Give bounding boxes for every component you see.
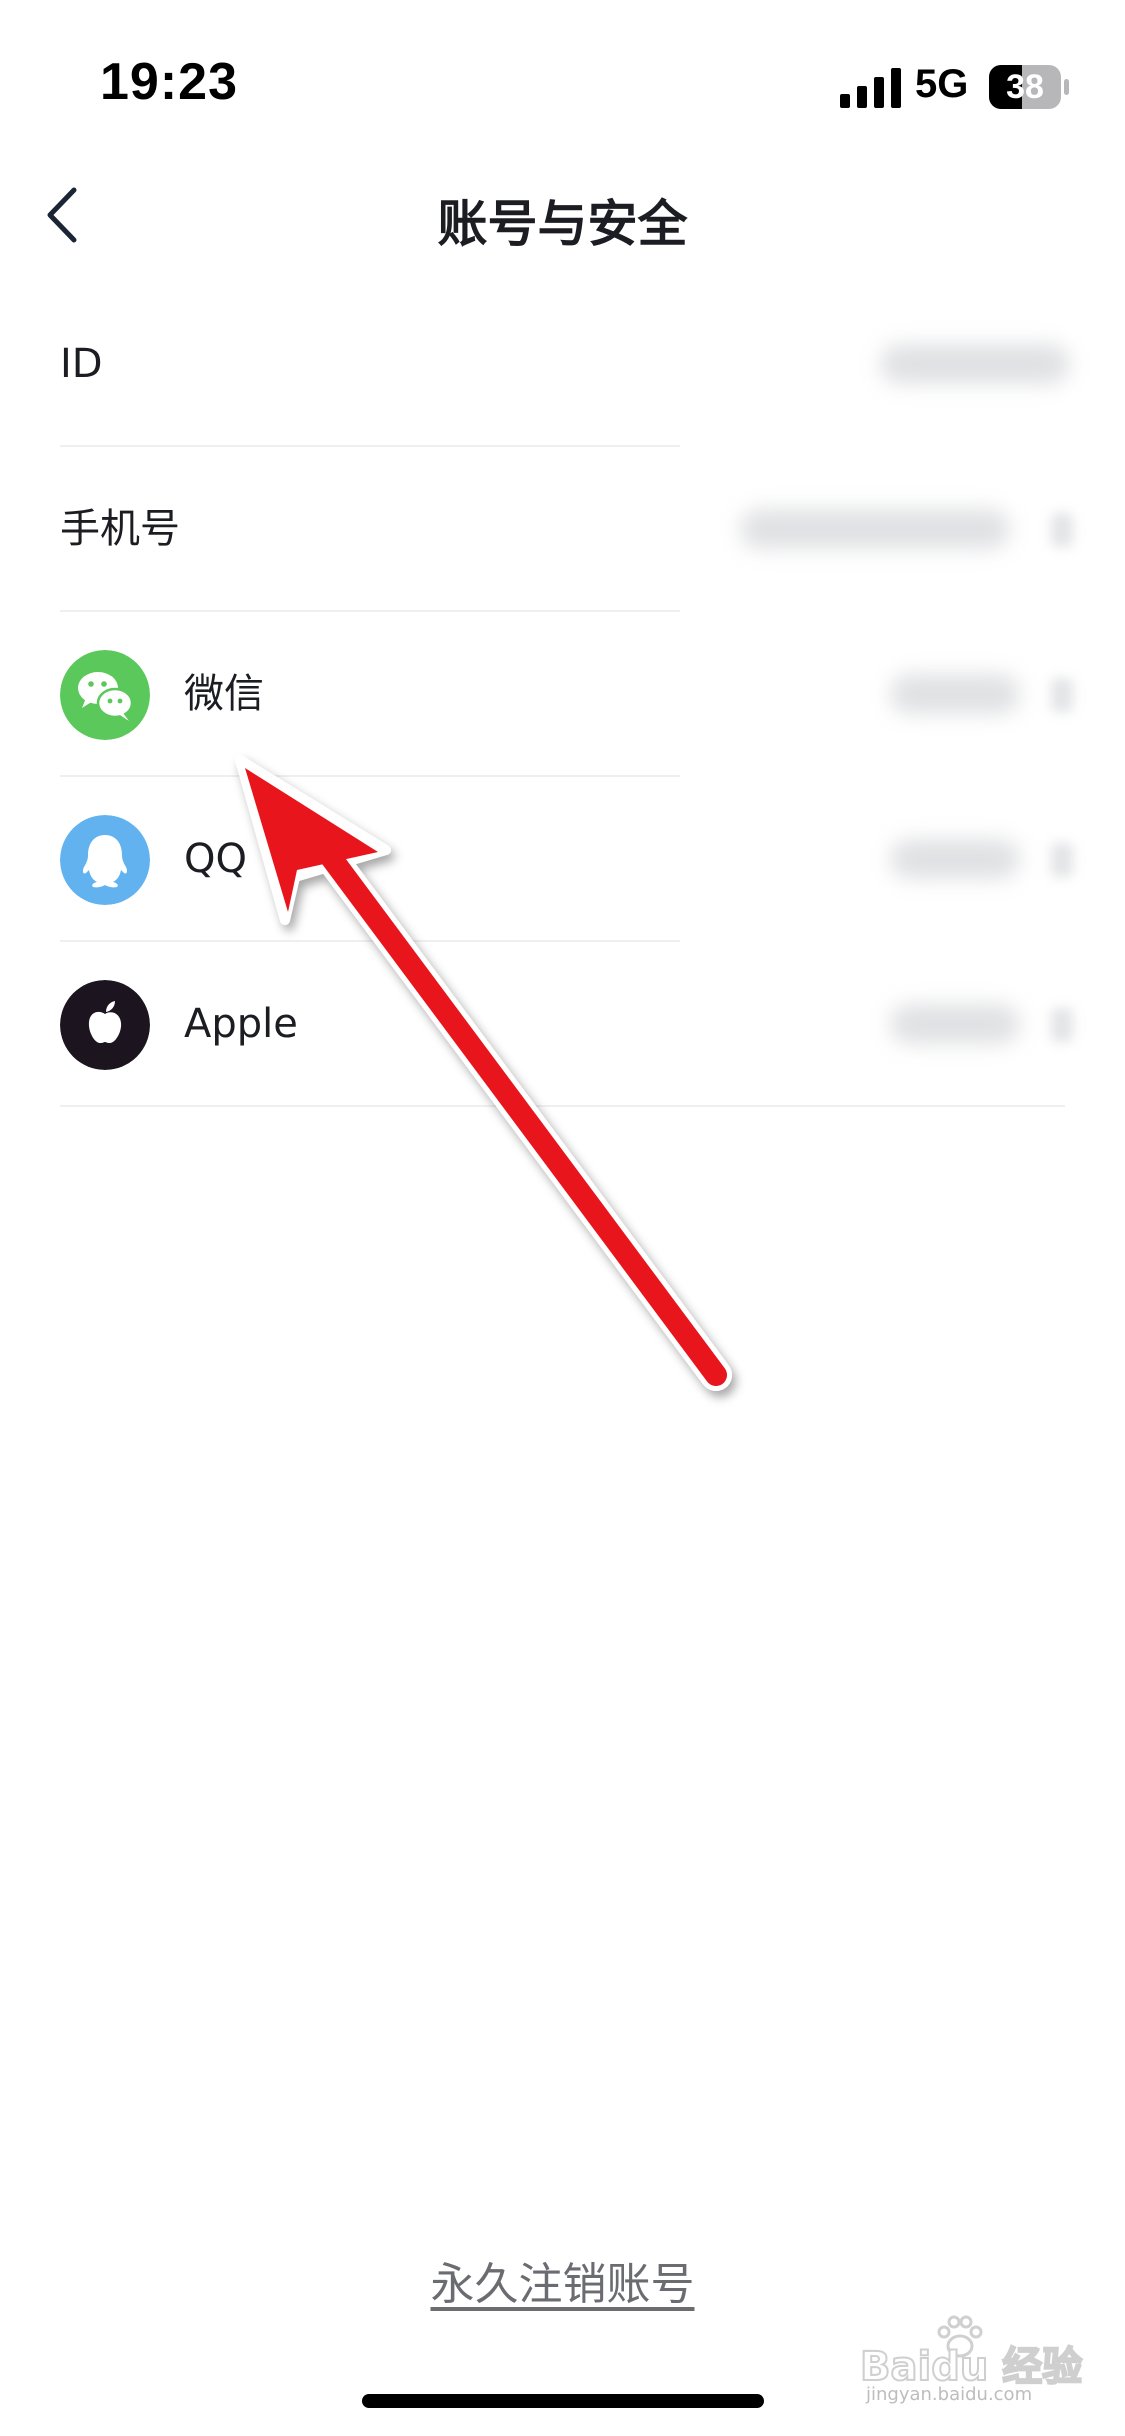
delete-account-link-wrapper: 永久注销账号: [0, 2248, 1125, 2312]
row-wechat[interactable]: 微信: [0, 612, 1125, 777]
row-apple[interactable]: Apple: [0, 942, 1125, 1107]
row-id[interactable]: ID: [0, 282, 1125, 447]
delete-account-link[interactable]: 永久注销账号: [431, 2259, 695, 2310]
page-title: 账号与安全: [437, 195, 688, 253]
watermark-url: jingyan.baidu.com: [866, 2384, 1033, 2405]
apple-icon: [60, 980, 150, 1070]
cellular-signal-icon: [840, 68, 901, 108]
row-phone[interactable]: 手机号: [0, 447, 1125, 612]
row-wechat-label: 微信: [184, 671, 264, 717]
nav-bar: 账号与安全: [0, 160, 1125, 270]
row-phone-value-blurred: [740, 509, 1010, 549]
battery-level: 38: [1006, 68, 1044, 106]
row-qq-label: QQ: [184, 836, 247, 882]
row-qq[interactable]: QQ: [0, 777, 1125, 942]
status-time: 19:23: [100, 53, 238, 111]
qq-penguin-icon: [60, 815, 150, 905]
row-qq-value-blurred: [890, 839, 1020, 879]
home-indicator: [362, 2394, 764, 2408]
row-id-value-blurred: [880, 344, 1070, 384]
wechat-icon: [60, 650, 150, 740]
row-id-label: ID: [60, 341, 103, 387]
chevron-right-icon: [1051, 843, 1073, 877]
row-wechat-value-blurred: [890, 674, 1020, 714]
row-apple-value-blurred: [890, 1004, 1020, 1044]
network-type: 5G: [915, 62, 969, 106]
status-bar: 19:23 5G 38: [0, 0, 1125, 140]
chevron-right-icon: [1051, 513, 1073, 547]
chevron-right-icon: [1051, 678, 1073, 712]
row-phone-label: 手机号: [60, 506, 180, 552]
chevron-right-icon: [1051, 1008, 1073, 1042]
row-apple-label: Apple: [184, 1001, 298, 1047]
baidu-watermark: Baidu 经验 jingyan.baidu.com: [859, 2315, 1110, 2405]
divider: [60, 1105, 1065, 1107]
